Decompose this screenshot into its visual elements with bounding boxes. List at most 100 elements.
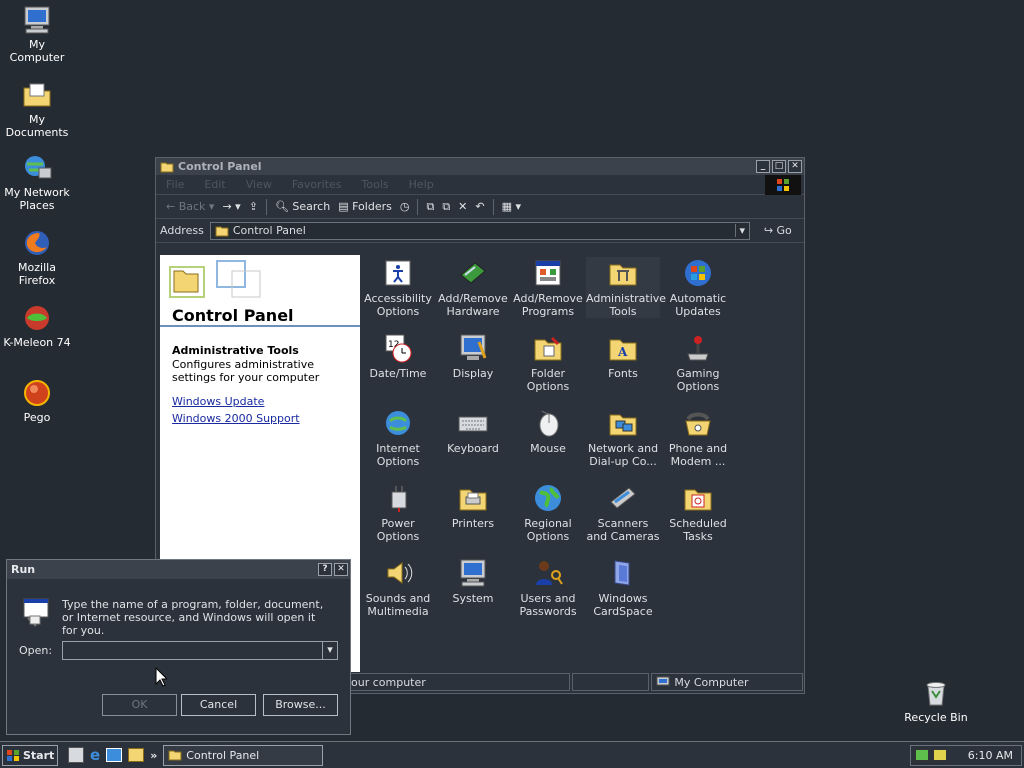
copy-to-icon[interactable]: ⧉: [442, 200, 450, 214]
search-button[interactable]: 🔍︎ Search: [275, 200, 330, 213]
cp-item-gaming-options[interactable]: Gaming Options: [661, 332, 735, 393]
mouse-icon: [539, 410, 559, 437]
run-close-button[interactable]: ✕: [334, 563, 348, 576]
ok-button[interactable]: OK: [102, 694, 177, 716]
k-meleon-icon: [25, 306, 49, 330]
desktop-icon-my-network-places[interactable]: My Network Places: [0, 152, 74, 212]
cancel-button[interactable]: Cancel: [181, 694, 256, 716]
explorer-icon[interactable]: [128, 748, 145, 762]
browse-button[interactable]: Browse...: [263, 694, 338, 716]
control-panel-small-icon: [215, 226, 229, 236]
network-icon: [25, 156, 52, 179]
help-button[interactable]: ?: [318, 563, 332, 576]
run-message: Type the name of a program, folder, docu…: [62, 598, 324, 637]
open-combobox[interactable]: ▾: [62, 641, 338, 660]
cp-item-phone-modem[interactable]: Phone and Modem ...: [661, 407, 735, 468]
history-icon[interactable]: ◷: [400, 200, 410, 213]
menu-file[interactable]: File: [166, 178, 184, 191]
taskbar-button-control-panel[interactable]: Control Panel: [163, 744, 324, 766]
system-tray: 6:10 AM: [910, 744, 1022, 766]
quick-launch-more-icon[interactable]: »: [150, 749, 157, 762]
menu-favorites[interactable]: Favorites: [292, 178, 342, 191]
run-dialog-titlebar[interactable]: Run ? ✕: [7, 560, 350, 579]
clock[interactable]: 6:10 AM: [968, 749, 1013, 762]
desktop-icon-my-documents[interactable]: My Documents: [0, 79, 74, 139]
address-value: Control Panel: [232, 224, 306, 237]
menu-tools[interactable]: Tools: [362, 178, 389, 191]
cp-item-date-time[interactable]: 12 Date/Time: [361, 332, 435, 380]
cp-item-display[interactable]: Display: [436, 332, 510, 380]
move-to-icon[interactable]: ⧉: [426, 200, 434, 214]
open-dropdown-icon[interactable]: ▾: [322, 642, 337, 659]
date-time-icon: 12: [385, 334, 412, 363]
forward-button[interactable]: → ▾: [222, 200, 240, 213]
cp-item-scheduled-tasks[interactable]: Scheduled Tasks: [661, 482, 735, 543]
address-dropdown-icon[interactable]: ▾: [734, 224, 749, 237]
computer-icon: [24, 6, 50, 34]
cp-item-mouse[interactable]: Mouse: [511, 407, 585, 455]
cp-item-administrative-tools[interactable]: Administrative Tools: [586, 257, 666, 318]
cp-item-automatic-updates[interactable]: Automatic Updates: [661, 257, 735, 318]
link-windows-update[interactable]: Windows Update: [172, 395, 360, 408]
cp-item-accessibility-options[interactable]: Accessibility Options: [361, 257, 435, 318]
quick-launch: e »: [68, 746, 157, 764]
link-windows-2000-support[interactable]: Windows 2000 Support: [172, 412, 360, 425]
cp-item-folder-options[interactable]: Folder Options: [511, 332, 585, 393]
windows-update-icon: [685, 260, 711, 286]
back-button[interactable]: ← Back ▾: [166, 200, 214, 213]
cp-item-label: Scanners and Cameras: [586, 517, 660, 543]
globe-icon: [535, 485, 561, 511]
menu-view[interactable]: View: [246, 178, 272, 191]
cp-item-windows-cardspace[interactable]: Windows CardSpace: [586, 557, 660, 618]
desktop-icon-my-computer[interactable]: My Computer: [0, 4, 74, 64]
folders-button[interactable]: ▤ Folders: [338, 200, 392, 213]
address-field[interactable]: Control Panel ▾: [209, 221, 750, 240]
desktop-icon-recycle-bin[interactable]: Recycle Bin: [899, 677, 973, 724]
cp-item-add-remove-programs[interactable]: Add/Remove Programs: [511, 257, 585, 318]
desktop-icon-pego[interactable]: Pego: [0, 377, 74, 424]
minimize-button[interactable]: _: [756, 160, 770, 173]
keyboard-icon: [458, 416, 488, 432]
go-button[interactable]: ↪ Go: [764, 224, 792, 237]
cp-item-add-remove-hardware[interactable]: Add/Remove Hardware: [436, 257, 510, 318]
desktop-icon-k-meleon[interactable]: K-Meleon 74: [0, 302, 74, 349]
internet-explorer-icon[interactable]: e: [90, 746, 100, 764]
cp-item-internet-options[interactable]: Internet Options: [361, 407, 435, 468]
close-button[interactable]: ✕: [788, 160, 802, 173]
status-text: our computer: [351, 675, 426, 689]
start-button[interactable]: Start: [2, 744, 58, 766]
outlook-express-icon[interactable]: [106, 748, 123, 762]
cp-item-printers[interactable]: Printers: [436, 482, 510, 530]
menu-help[interactable]: Help: [409, 178, 434, 191]
cp-item-power-options[interactable]: Power Options: [361, 482, 435, 543]
cp-item-sounds-multimedia[interactable]: Sounds and Multimedia: [361, 557, 435, 618]
run-dialog: Run ? ✕ Type the name of a program, fold…: [6, 559, 351, 735]
users-icon: [536, 561, 563, 585]
desktop-icon-mozilla-firefox[interactable]: Mozilla Firefox: [0, 227, 74, 287]
recycle-bin-icon: [926, 682, 946, 706]
maximize-button[interactable]: □: [772, 160, 786, 173]
go-arrow-icon: ↪: [763, 224, 774, 237]
cp-item-keyboard[interactable]: Keyboard: [436, 407, 510, 455]
menu-edit[interactable]: Edit: [204, 178, 225, 191]
undo-icon[interactable]: ↶: [475, 200, 484, 213]
network-tray-icon[interactable]: [915, 749, 929, 761]
cp-item-network-dialup[interactable]: Network and Dial-up Co...: [586, 407, 660, 468]
cp-item-label: Regional Options: [524, 517, 572, 543]
show-desktop-icon[interactable]: [68, 747, 84, 763]
control-panel-titlebar[interactable]: Control Panel _ □ ✕: [156, 158, 804, 175]
cp-item-users-passwords[interactable]: Users and Passwords: [511, 557, 585, 618]
desktop-icon-label: My Computer: [9, 38, 65, 64]
cp-item-regional-options[interactable]: Regional Options: [511, 482, 585, 543]
power-icon: [391, 486, 407, 512]
views-button[interactable]: ▦ ▾: [502, 200, 521, 213]
cp-item-scanners-cameras[interactable]: Scanners and Cameras: [586, 482, 660, 543]
cp-item-fonts[interactable]: A Fonts: [586, 332, 660, 380]
status-empty-cell: [571, 673, 650, 691]
cp-item-system[interactable]: System: [436, 557, 510, 605]
scheduled-tasks-icon: [684, 489, 712, 511]
tray-app-icon[interactable]: [933, 749, 947, 761]
cp-item-label: Internet Options: [376, 442, 420, 468]
up-folder-icon[interactable]: ⇪: [249, 200, 258, 213]
delete-icon[interactable]: ✕: [458, 200, 467, 213]
